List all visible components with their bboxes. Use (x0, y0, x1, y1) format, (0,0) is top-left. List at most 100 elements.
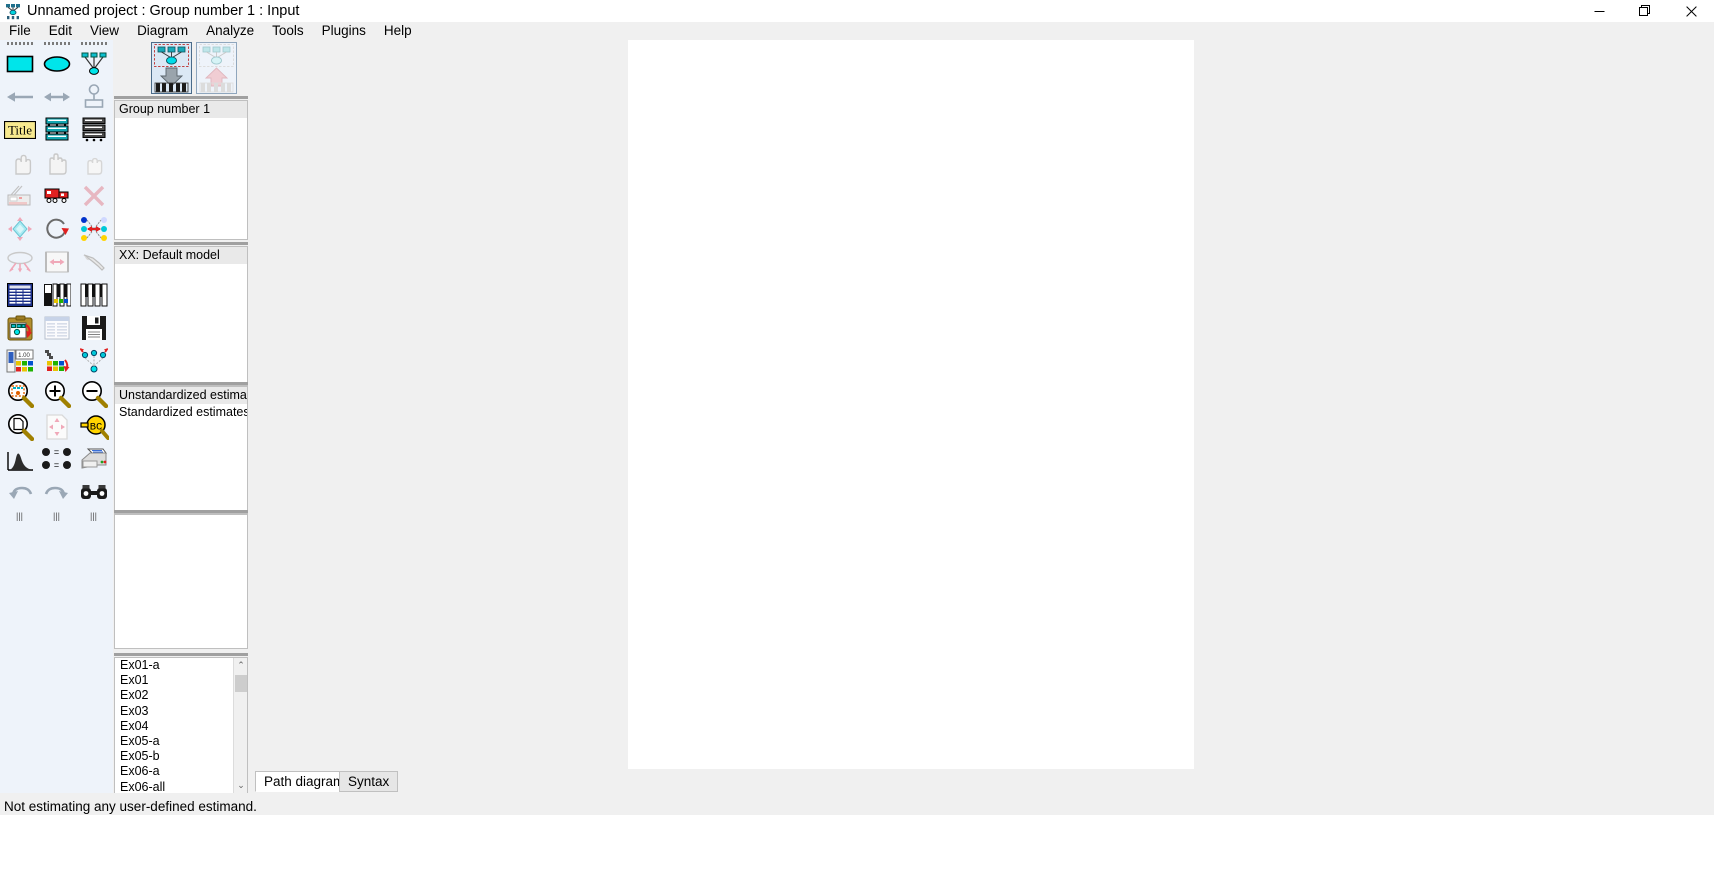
view-toggle-strip (151, 40, 251, 96)
resize-diagram-to-page-icon[interactable] (38, 410, 75, 443)
group-item[interactable]: Group number 1 (115, 101, 247, 118)
diagram-page[interactable] (628, 40, 1194, 769)
file-item[interactable]: Ex01 (115, 673, 233, 688)
select-one-object-icon[interactable] (1, 146, 38, 179)
multiple-group-analysis-icon[interactable]: = = (38, 443, 75, 476)
reflect-indicators-icon[interactable] (75, 212, 112, 245)
restore-button[interactable] (1622, 0, 1668, 22)
window-controls (1576, 0, 1714, 22)
file-item[interactable]: Ex02 (115, 688, 233, 703)
panel-divider-5[interactable] (114, 653, 248, 656)
file-item[interactable]: Ex03 (115, 704, 233, 719)
scroll-down-arrow-icon[interactable]: ⌄ (234, 778, 247, 793)
zoom-page-icon[interactable] (1, 410, 38, 443)
draw-path-latent-icon[interactable] (75, 47, 112, 80)
figure-caption-icon[interactable]: Title (1, 113, 38, 146)
amos-icon (4, 2, 22, 20)
draw-path-icon[interactable] (1, 80, 38, 113)
redo-icon[interactable] (38, 476, 75, 509)
object-properties-icon[interactable] (75, 278, 112, 311)
palette-splitter-3[interactable]: ||| (75, 509, 112, 523)
object-properties-panel-icon[interactable]: 1.00 (1, 344, 38, 377)
menu-file[interactable]: File (0, 22, 40, 40)
search-icon[interactable] (75, 476, 112, 509)
file-item[interactable]: Ex06-a (115, 764, 233, 779)
print-icon[interactable] (75, 443, 112, 476)
panel-divider-1[interactable] (114, 96, 248, 99)
menu-tools[interactable]: Tools (263, 22, 313, 40)
tab-syntax[interactable]: Syntax (339, 771, 399, 792)
change-shape-icon[interactable] (1, 212, 38, 245)
erase-objects-icon[interactable] (75, 179, 112, 212)
title-bar: Unnamed project : Group number 1 : Input (0, 0, 1714, 22)
analysis-properties-icon[interactable] (38, 278, 75, 311)
draw-observed-variable-icon[interactable] (1, 47, 38, 80)
select-all-objects-icon[interactable] (38, 146, 75, 179)
menu-analyze[interactable]: Analyze (197, 22, 263, 40)
parameter-format-list[interactable] (114, 514, 248, 649)
loupe-icon[interactable]: BC (75, 410, 112, 443)
draw-unobserved-variable-icon[interactable] (38, 47, 75, 80)
menu-diagram[interactable]: Diagram (128, 22, 197, 40)
bayesian-estimation-icon[interactable] (1, 443, 38, 476)
palette-drag-dots (0, 40, 113, 47)
rotate-indicators-icon[interactable] (38, 212, 75, 245)
groups-list[interactable]: Group number 1 (114, 100, 248, 240)
estimates-item-unstandardized[interactable]: Unstandardized estimates (115, 387, 247, 404)
draw-covariance-icon[interactable] (38, 80, 75, 113)
palette-splitter-2[interactable]: ||| (38, 509, 75, 523)
scrollbar-thumb[interactable] (235, 675, 247, 692)
move-parameter-icon[interactable] (1, 245, 38, 278)
files-list-scrollbar[interactable]: ⌃ ⌄ (233, 658, 247, 793)
save-diagram-icon[interactable] (75, 311, 112, 344)
undo-icon[interactable] (1, 476, 38, 509)
palette-splitter-1[interactable]: ||| (1, 509, 38, 523)
duplicate-objects-icon[interactable] (1, 179, 38, 212)
touch-up-variable-icon[interactable] (75, 245, 112, 278)
panel-divider-4[interactable] (114, 510, 248, 513)
estimates-list[interactable]: Unstandardized estimates Standardized es… (114, 386, 248, 514)
list-variables-in-dataset-icon[interactable] (38, 113, 75, 146)
zoom-out-icon[interactable] (75, 377, 112, 410)
models-list[interactable]: XX: Default model (114, 246, 248, 386)
model-item[interactable]: XX: Default model (115, 247, 247, 264)
files-list-items: Ex01-a Ex01 Ex02 Ex03 Ex04 Ex05-a Ex05-b… (115, 658, 233, 793)
scroll-diagram-icon[interactable] (38, 245, 75, 278)
zoom-select-icon[interactable] (1, 377, 38, 410)
menu-help[interactable]: Help (375, 22, 421, 40)
menu-bar: File Edit View Diagram Analyze Tools Plu… (0, 22, 1714, 40)
minimize-button[interactable] (1576, 0, 1622, 22)
view-text-output-icon[interactable] (38, 311, 75, 344)
menu-view[interactable]: View (81, 22, 128, 40)
file-item[interactable]: Ex06-all (115, 780, 233, 793)
palette-splitter-row: ||| ||| ||| (0, 509, 113, 523)
select-data-file-icon[interactable] (1, 278, 38, 311)
menu-edit[interactable]: Edit (40, 22, 81, 40)
move-objects-icon[interactable] (38, 179, 75, 212)
view-output-path-diagram-icon[interactable] (196, 42, 237, 94)
window-title: Unnamed project : Group number 1 : Input (27, 3, 300, 19)
drag-properties-icon[interactable] (38, 344, 75, 377)
list-variables-in-model-icon[interactable] (75, 113, 112, 146)
deselect-all-objects-icon[interactable] (75, 146, 112, 179)
view-tab-bar: Path diagram Syntax (253, 769, 1714, 793)
preserve-symmetries-icon[interactable] (75, 344, 112, 377)
svg-text:Title: Title (7, 122, 31, 137)
copy-to-clipboard-icon[interactable] (1, 311, 38, 344)
panel-divider-3[interactable] (114, 382, 248, 385)
diagram-canvas-area[interactable] (253, 40, 1714, 769)
file-item[interactable]: Ex04 (115, 719, 233, 734)
scroll-up-arrow-icon[interactable]: ⌃ (234, 658, 247, 673)
close-button[interactable] (1668, 0, 1714, 22)
add-unique-variable-icon[interactable] (75, 80, 112, 113)
file-item[interactable]: Ex05-a (115, 734, 233, 749)
zoom-in-icon[interactable] (38, 377, 75, 410)
view-input-path-diagram-icon[interactable] (151, 42, 192, 94)
panel-divider-2[interactable] (114, 242, 248, 245)
file-item[interactable]: Ex05-b (115, 749, 233, 764)
file-item[interactable]: Ex01-a (115, 658, 233, 673)
files-list[interactable]: Ex01-a Ex01 Ex02 Ex03 Ex04 Ex05-a Ex05-b… (114, 657, 248, 794)
menu-plugins[interactable]: Plugins (313, 22, 375, 40)
tool-grid: Title 1.00 BC = = (0, 47, 113, 509)
estimates-item-standardized[interactable]: Standardized estimates (115, 404, 247, 421)
